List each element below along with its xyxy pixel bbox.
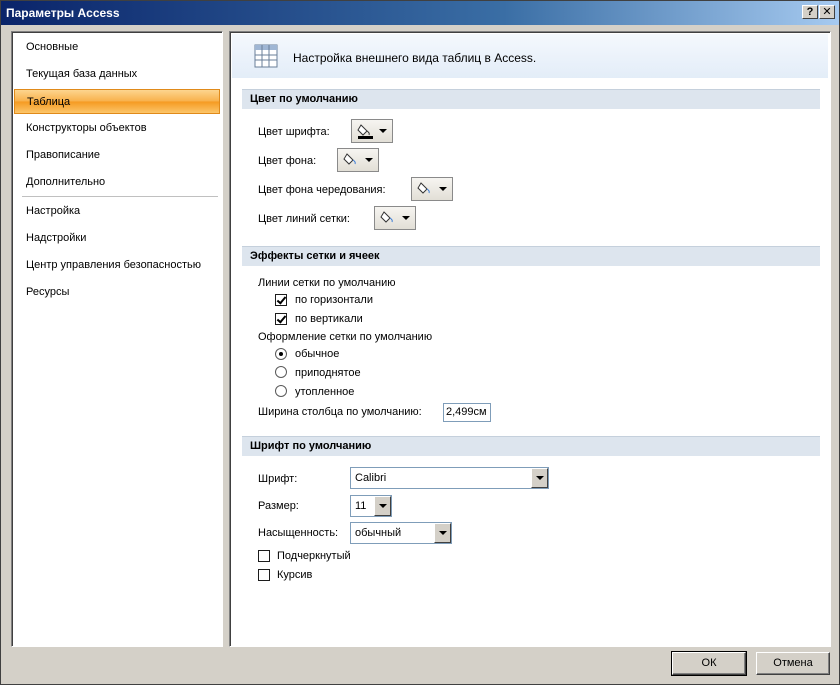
raised-effect-label: приподнятое xyxy=(295,367,361,379)
chevron-down-icon[interactable] xyxy=(374,496,391,516)
cancel-button[interactable]: Отмена xyxy=(756,652,830,675)
flat-effect-radio[interactable] xyxy=(275,348,287,360)
font-weight-label: Насыщенность: xyxy=(258,527,339,539)
sidebar-item-resources[interactable]: Ресурсы xyxy=(14,280,220,305)
paint-bucket-icon xyxy=(357,124,373,139)
paint-bucket-icon xyxy=(417,182,430,194)
horizontal-gridlines-label: по горизонтали xyxy=(295,294,373,306)
title-bar[interactable]: Параметры Access ? ✕ xyxy=(1,1,839,25)
gridline-color-label: Цвет линий сетки: xyxy=(258,213,350,225)
paint-bucket-icon xyxy=(343,153,356,165)
background-color-label: Цвет фона: xyxy=(258,155,317,167)
help-button[interactable]: ? xyxy=(802,5,818,19)
vertical-gridlines-checkbox[interactable] xyxy=(275,313,287,325)
options-dialog: Параметры Access ? ✕ Основные Текущая ба… xyxy=(0,0,840,685)
font-weight-value: обычный xyxy=(355,527,402,539)
sidebar-item-addins[interactable]: Надстройки xyxy=(14,226,220,251)
datasheet-icon xyxy=(254,44,278,68)
panel-header: Настройка внешнего вида таблиц в Access. xyxy=(232,34,828,78)
sunken-effect-label: утопленное xyxy=(295,386,355,398)
sidebar-nav: Основные Текущая база данных Таблица Кон… xyxy=(11,31,223,647)
ok-button[interactable]: ОК xyxy=(671,651,747,676)
font-size-select[interactable]: 11 xyxy=(350,495,392,517)
sidebar-item-current-database[interactable]: Текущая база данных xyxy=(14,62,220,87)
alt-background-color-picker[interactable] xyxy=(411,177,453,201)
font-name-value: Calibri xyxy=(355,472,387,484)
column-width-input[interactable]: 2,499см xyxy=(443,403,491,422)
column-width-label: Ширина столбца по умолчанию: xyxy=(258,406,422,418)
italic-label: Курсив xyxy=(277,569,313,581)
chevron-down-icon[interactable] xyxy=(531,468,548,488)
flat-effect-label: обычное xyxy=(295,348,340,360)
settings-panel: Настройка внешнего вида таблиц в Access.… xyxy=(229,31,831,647)
paint-bucket-icon xyxy=(380,211,393,223)
alt-background-color-label: Цвет фона чередования: xyxy=(258,184,386,196)
font-color-label: Цвет шрифта: xyxy=(258,126,330,138)
vertical-gridlines-label: по вертикали xyxy=(295,313,363,325)
italic-checkbox[interactable] xyxy=(258,569,270,581)
font-name-select[interactable]: Calibri xyxy=(350,467,549,489)
sidebar-divider xyxy=(22,196,218,197)
font-name-label: Шрифт: xyxy=(258,473,298,485)
default-gridlines-label: Линии сетки по умолчанию xyxy=(258,277,396,289)
sidebar-item-advanced[interactable]: Дополнительно xyxy=(14,170,220,195)
sidebar-item-customize[interactable]: Настройка xyxy=(14,199,220,224)
underline-checkbox[interactable] xyxy=(258,550,270,562)
font-size-value: 11 xyxy=(355,500,367,512)
sidebar-item-proofing[interactable]: Правописание xyxy=(14,143,220,168)
font-color-picker[interactable] xyxy=(351,119,393,143)
close-button[interactable]: ✕ xyxy=(819,5,835,19)
underline-label: Подчеркнутый xyxy=(277,550,351,562)
chevron-down-icon xyxy=(365,158,373,162)
chevron-down-icon xyxy=(379,129,387,133)
section-gridline-effects: Эффекты сетки и ячеек xyxy=(242,246,820,266)
font-weight-select[interactable]: обычный xyxy=(350,522,452,544)
sidebar-item-general[interactable]: Основные xyxy=(14,35,220,60)
section-default-colors: Цвет по умолчанию xyxy=(242,89,820,109)
sidebar-item-datasheet[interactable]: Таблица xyxy=(14,89,220,114)
sunken-effect-radio[interactable] xyxy=(275,385,287,397)
sidebar-item-object-designers[interactable]: Конструкторы объектов xyxy=(14,116,220,141)
raised-effect-radio[interactable] xyxy=(275,366,287,378)
sidebar-item-trust-center[interactable]: Центр управления безопасностью xyxy=(14,253,220,278)
horizontal-gridlines-checkbox[interactable] xyxy=(275,294,287,306)
gridline-color-picker[interactable] xyxy=(374,206,416,230)
chevron-down-icon xyxy=(402,216,410,220)
panel-description: Настройка внешнего вида таблиц в Access. xyxy=(293,51,537,65)
cell-effect-label: Оформление сетки по умолчанию xyxy=(258,331,433,343)
section-default-font: Шрифт по умолчанию xyxy=(242,436,820,456)
window-title: Параметры Access xyxy=(6,6,120,20)
background-color-picker[interactable] xyxy=(337,148,379,172)
chevron-down-icon xyxy=(439,187,447,191)
font-size-label: Размер: xyxy=(258,500,299,512)
chevron-down-icon[interactable] xyxy=(434,523,451,543)
